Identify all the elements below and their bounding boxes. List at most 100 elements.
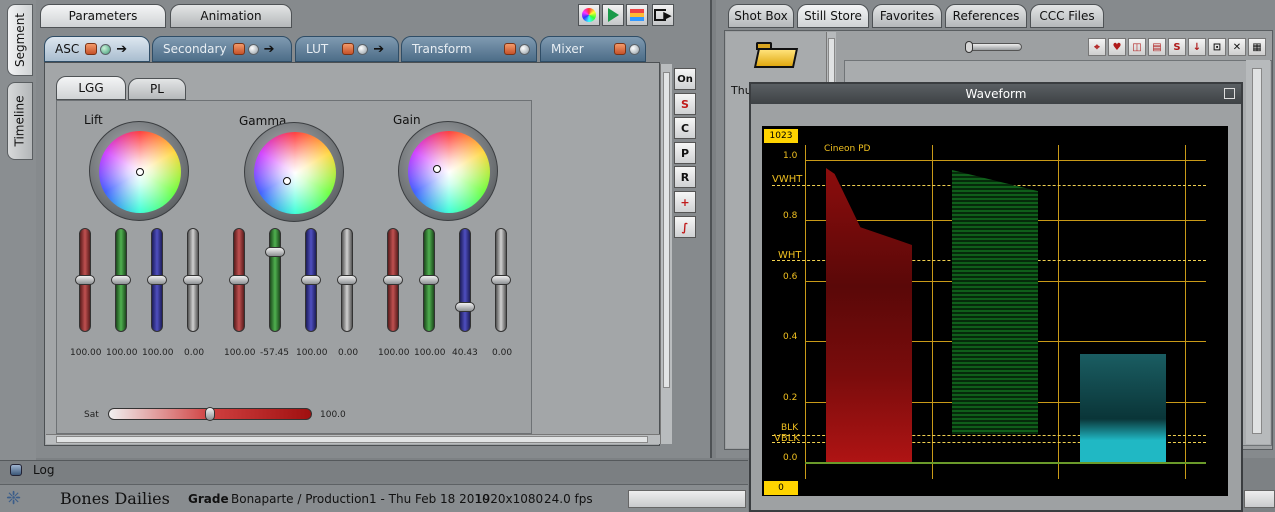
on-toggle-button[interactable]: On	[674, 68, 696, 90]
app-logo-icon: ❈	[6, 488, 22, 509]
gamma-color-wheel[interactable]	[244, 122, 344, 222]
save-grade-button[interactable]: S	[674, 93, 696, 115]
save-still-icon[interactable]: S	[1168, 38, 1186, 56]
transform-color-square-icon	[503, 43, 516, 55]
secondary-status-led-icon	[247, 43, 259, 55]
layers-icon[interactable]	[626, 4, 648, 26]
tab-secondary[interactable]: Secondary ➔	[152, 36, 292, 62]
resolution: 1920x1080	[475, 492, 544, 506]
lut-status-led-icon	[357, 43, 369, 55]
lut-color-square-icon	[342, 43, 355, 55]
heart-icon[interactable]: ♥	[1108, 38, 1126, 56]
app-name: Bones Dailies	[60, 489, 170, 508]
tab-still-store[interactable]: Still Store	[797, 4, 869, 28]
lift-red-value: 100.00	[70, 348, 102, 358]
gain-master-value: 0.00	[492, 348, 513, 358]
gamma-wheel-handle[interactable]	[283, 177, 291, 185]
curve-tool-button[interactable]: ∫	[674, 216, 696, 238]
gamma-master-slider[interactable]	[337, 228, 357, 332]
waveform-mode-label: Cineon PD	[824, 144, 871, 154]
asc-horizontal-scrollbar[interactable]	[46, 434, 660, 444]
restore-window-icon[interactable]	[1224, 88, 1235, 99]
grid-view-icon[interactable]: ▦	[1248, 38, 1266, 56]
mode-label: Grade	[188, 492, 229, 506]
lift-blue-value: 100.00	[142, 348, 174, 358]
asc-status-led-icon	[100, 43, 112, 55]
tab-segment[interactable]: Segment	[7, 4, 33, 76]
gain-green-value: 100.00	[414, 348, 446, 358]
lift-master-value: 0.00	[184, 348, 205, 358]
lift-blue-slider[interactable]	[147, 228, 167, 332]
gamma-blue-slider[interactable]	[301, 228, 321, 332]
gamma-red-value: 100.00	[224, 348, 256, 358]
tab-lut[interactable]: LUT ➔	[295, 36, 399, 62]
top-code-badge: 1023	[764, 129, 798, 143]
paste-grade-button[interactable]: P	[674, 142, 696, 164]
arrow-right-icon: ➔	[263, 41, 275, 57]
asc-color-square-icon	[85, 43, 98, 55]
mixer-status-led-icon	[628, 43, 640, 55]
gain-green-slider[interactable]	[419, 228, 439, 332]
gain-master-slider[interactable]	[491, 228, 511, 332]
gain-label: Gain	[393, 113, 421, 127]
waveform-title-bar[interactable]: Waveform	[751, 84, 1241, 104]
grid-scrollbar[interactable]	[1246, 60, 1270, 444]
book-icon[interactable]: ▤	[1148, 38, 1166, 56]
split-icon[interactable]: ◫	[1128, 38, 1146, 56]
green-channel-trace	[952, 170, 1038, 434]
progress-field	[628, 490, 746, 508]
arrow-right-icon: ➔	[116, 41, 128, 57]
log-toggle-icon[interactable]	[10, 464, 22, 476]
gain-blue-slider[interactable]	[455, 228, 475, 332]
compare-icon[interactable]: ⊡	[1208, 38, 1226, 56]
tab-mixer[interactable]: Mixer	[540, 36, 646, 62]
tab-parameters[interactable]: Parameters	[40, 4, 166, 28]
tab-ccc-files[interactable]: CCC Files	[1030, 4, 1104, 28]
lift-label: Lift	[84, 113, 103, 127]
color-wheel-icon[interactable]	[578, 4, 600, 26]
asc-vertical-scrollbar[interactable]	[660, 64, 672, 444]
lift-color-wheel[interactable]	[89, 121, 189, 221]
black-level-line	[805, 462, 1206, 464]
tab-pl[interactable]: PL	[128, 78, 186, 100]
export-icon[interactable]: ▶	[652, 4, 674, 26]
add-node-button[interactable]: +	[674, 191, 696, 213]
gamma-master-value: 0.00	[338, 348, 359, 358]
folder-icon[interactable]	[753, 40, 799, 70]
reset-grade-button[interactable]: R	[674, 166, 696, 188]
gamma-green-slider[interactable]	[265, 228, 285, 332]
lift-wheel-handle[interactable]	[136, 168, 144, 176]
gain-color-wheel[interactable]	[398, 121, 498, 221]
project-info: Bonaparte / Production1 - Thu Feb 18 201…	[231, 492, 490, 506]
tab-timeline[interactable]: Timeline	[7, 82, 33, 160]
blue-channel-trace	[1080, 354, 1166, 462]
tab-animation[interactable]: Animation	[170, 4, 292, 28]
gain-wheel-handle[interactable]	[433, 165, 441, 173]
gamma-green-value: -57.45	[260, 348, 290, 358]
gamma-blue-value: 100.00	[296, 348, 328, 358]
curve-icon: ∫	[681, 220, 689, 234]
tab-shot-box[interactable]: Shot Box	[728, 4, 794, 28]
close-icon[interactable]: ✕	[1228, 38, 1246, 56]
lift-master-slider[interactable]	[183, 228, 203, 332]
lift-green-slider[interactable]	[111, 228, 131, 332]
download-icon[interactable]: ↓	[1188, 38, 1206, 56]
thumbnail-size-slider[interactable]	[965, 41, 1022, 53]
copy-grade-button[interactable]: C	[674, 117, 696, 139]
gain-red-value: 100.00	[378, 348, 410, 358]
mixer-color-square-icon	[613, 43, 626, 55]
tab-transform[interactable]: Transform	[401, 36, 537, 62]
gain-red-slider[interactable]	[383, 228, 403, 332]
play-icon[interactable]	[602, 4, 624, 26]
tab-references[interactable]: References	[945, 4, 1027, 28]
tab-lgg[interactable]: LGG	[56, 76, 126, 100]
sat-value: 100.0	[320, 410, 346, 420]
gamma-red-slider[interactable]	[229, 228, 249, 332]
tab-favorites[interactable]: Favorites	[872, 4, 942, 28]
saturation-slider[interactable]	[108, 407, 312, 421]
tab-asc[interactable]: ASC ➔	[44, 36, 150, 62]
log-bar	[0, 460, 748, 482]
bottom-code-badge: 0	[764, 481, 798, 495]
lift-red-slider[interactable]	[75, 228, 95, 332]
tag-icon[interactable]: ⌖	[1088, 38, 1106, 56]
